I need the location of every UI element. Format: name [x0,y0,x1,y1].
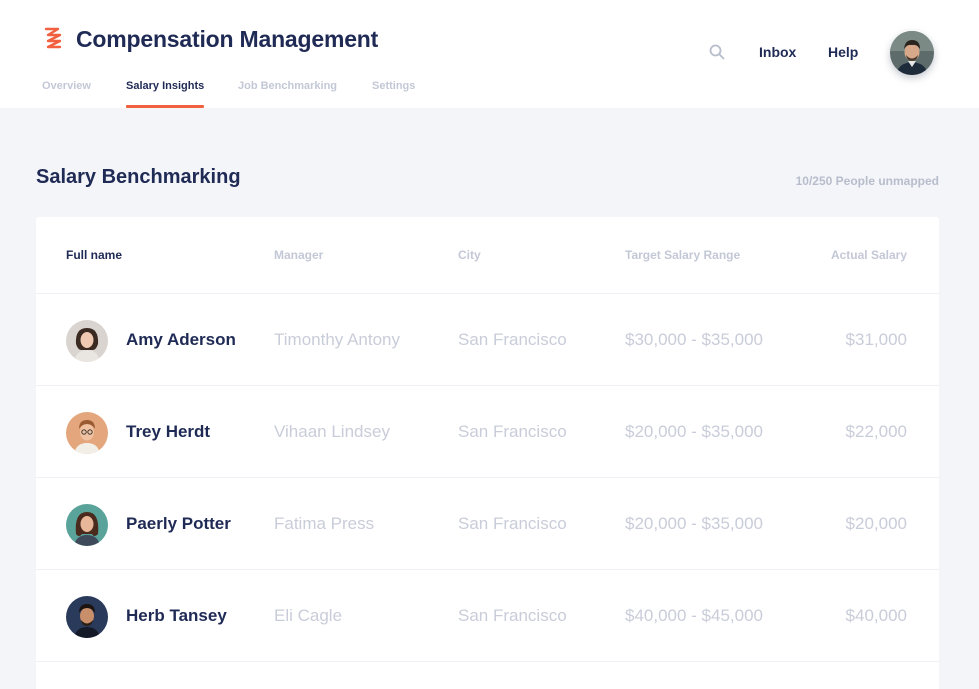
avatar [66,596,108,638]
salary-table: Full name Manager City Target Salary Ran… [36,217,939,689]
person-name: Herb Tansey [126,606,227,625]
column-header-manager[interactable]: Manager [274,248,323,262]
target-salary-range: $40,000 - $45,000 [625,606,764,625]
avatar [66,320,108,362]
inbox-link[interactable]: Inbox [759,44,796,60]
tab-job-benchmarking[interactable]: Job Benchmarking [238,80,337,108]
target-salary-range: $20,000 - $35,000 [625,422,764,441]
city: San Francisco [458,422,567,441]
manager-name: Eli Cagle [274,606,343,625]
tab-settings[interactable]: Settings [372,80,415,108]
manager-name: Timonthy Antony [274,330,400,349]
table-row[interactable] [36,661,939,689]
app-title: Compensation Management [76,26,379,52]
person-name: Trey Herdt [126,422,211,441]
manager-name: Fatima Press [274,514,375,533]
table-row[interactable]: Amy Aderson Timonthy Antony San Francisc… [36,293,939,385]
actual-salary: $31,000 [845,330,907,349]
user-avatar[interactable] [890,31,934,75]
manager-name: Vihaan Lindsey [274,422,390,441]
tab-overview[interactable]: Overview [42,80,91,108]
city: San Francisco [458,514,567,533]
column-header-target-salary-range[interactable]: Target Salary Range [625,248,740,262]
city: San Francisco [458,606,567,625]
actual-salary: $20,000 [845,514,907,533]
target-salary-range: $20,000 - $35,000 [625,514,764,533]
tab-salary-insights[interactable]: Salary Insights [126,80,205,108]
table-row[interactable]: Trey Herdt Vihaan Lindsey San Francisco … [36,385,939,477]
person-name: Amy Aderson [126,330,236,349]
avatar [66,504,108,546]
unmapped-count: 10/250 People unmapped [795,174,939,188]
avatar [66,412,108,454]
section-title: Salary Benchmarking [36,166,241,188]
city: San Francisco [458,330,567,349]
column-header-actual-salary[interactable]: Actual Salary [831,248,907,262]
table-row[interactable]: Paerly Potter Fatima Press San Francisco… [36,477,939,569]
zigzag-logo-icon[interactable] [42,26,64,52]
table-row[interactable]: Herb Tansey Eli Cagle San Francisco $40,… [36,569,939,661]
column-header-city[interactable]: City [458,248,481,262]
actual-salary: $40,000 [845,606,907,625]
column-header-full-name[interactable]: Full name [66,248,122,262]
person-name: Paerly Potter [126,514,231,533]
help-link[interactable]: Help [828,44,858,60]
actual-salary: $22,000 [845,422,907,441]
top-header: Compensation Management Overview Salary … [0,0,979,108]
search-icon[interactable] [708,43,726,61]
target-salary-range: $30,000 - $35,000 [625,330,764,349]
